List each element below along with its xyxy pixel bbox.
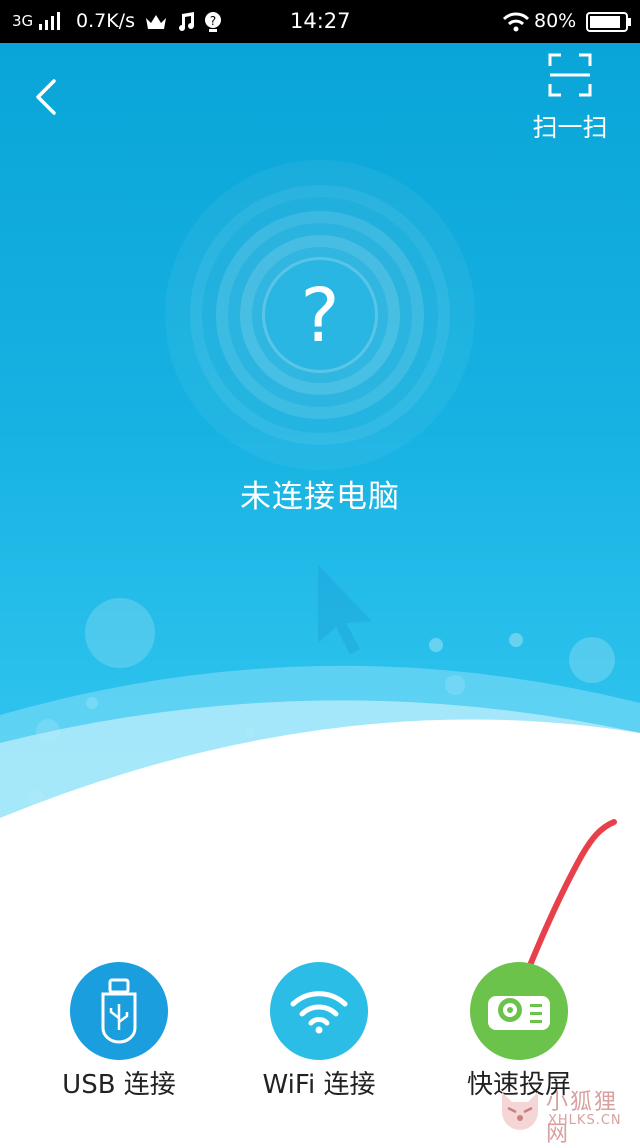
usb-connect-circle bbox=[70, 962, 168, 1060]
watermark-text-en: XHLKS.CN bbox=[548, 1113, 622, 1128]
quick-cast-circle bbox=[470, 962, 568, 1060]
projector-icon bbox=[488, 996, 550, 1030]
usb-connect-button[interactable]: USB 连接 bbox=[44, 962, 194, 1102]
fox-logo-icon bbox=[502, 1092, 538, 1130]
usb-connect-label: USB 连接 bbox=[62, 1070, 176, 1100]
watermark: 小狐狸网 XHLKS.CN bbox=[496, 1082, 640, 1147]
usb-drive-icon bbox=[101, 978, 137, 1044]
wifi-connect-button[interactable]: WiFi 连接 bbox=[244, 962, 394, 1102]
wifi-connect-circle bbox=[270, 962, 368, 1060]
quick-cast-button[interactable]: 快速投屏 bbox=[444, 962, 594, 1102]
wifi-connect-label: WiFi 连接 bbox=[262, 1070, 376, 1100]
wifi-icon bbox=[290, 991, 348, 1034]
